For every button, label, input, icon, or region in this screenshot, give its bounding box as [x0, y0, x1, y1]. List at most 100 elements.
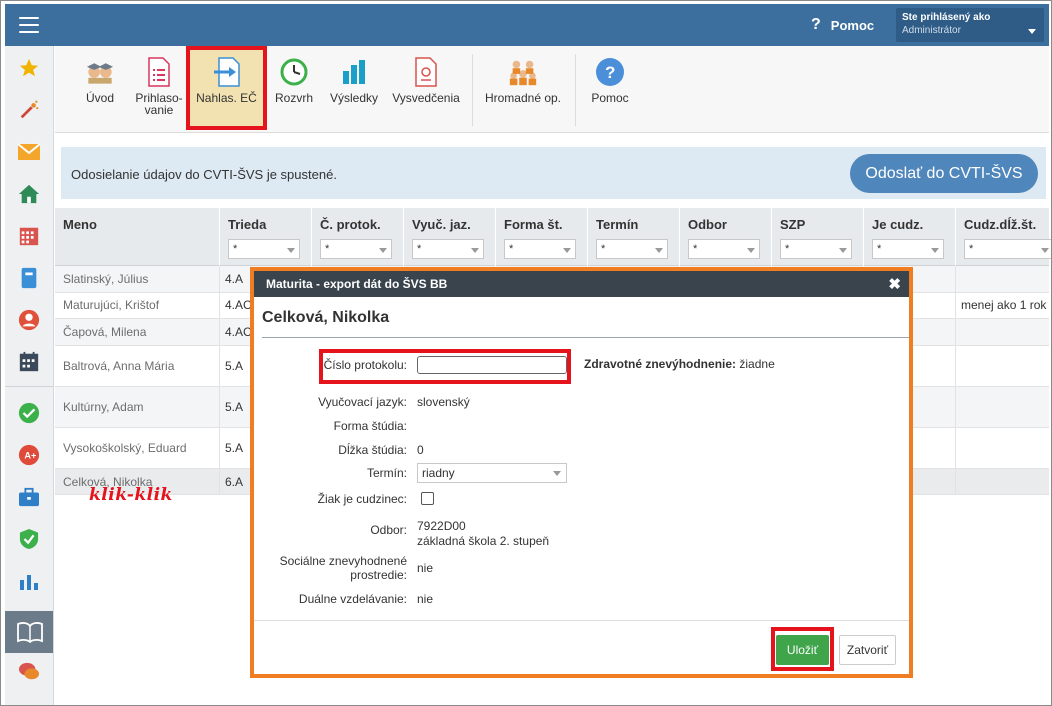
toolbar-nahlas-ec-button[interactable]: Nahlas. EČ	[186, 46, 267, 130]
column-cudz-dlz-st[interactable]: Cudz.dĺž.št. *	[955, 208, 1051, 266]
column-szp[interactable]: SZP *	[771, 208, 863, 266]
student-name: Maturujúci, Krištof	[63, 298, 160, 312]
save-button[interactable]: Uložiť	[776, 635, 829, 665]
filter-select[interactable]: *	[228, 239, 300, 259]
dialog-header: Maturita - export dát do ŠVS BB ✖	[254, 271, 909, 297]
send-to-cvti-button[interactable]: Odoslať do CVTI-ŠVS	[850, 154, 1038, 193]
social-label-line2: prostredie:	[350, 568, 407, 582]
toolbar-vysvedcenia-button[interactable]: Vysvedčenia	[389, 46, 463, 130]
filter-select[interactable]: *	[504, 239, 576, 259]
registration-form-icon	[143, 56, 175, 88]
student-name-title: Celková, Nikolka	[262, 309, 390, 326]
notebook-icon[interactable]	[17, 266, 41, 290]
close-button[interactable]: Zatvoriť	[839, 635, 896, 665]
student-name: Baltrová, Anna Mária	[63, 359, 175, 373]
home-icon[interactable]	[17, 182, 41, 206]
toolbar-uvod-label: Úvod	[85, 91, 114, 105]
filter-select[interactable]: *	[872, 239, 944, 259]
field-name: základná škola 2. stupeň	[417, 534, 550, 548]
open-book-icon	[17, 621, 43, 646]
student-class: 4.AC	[225, 325, 252, 339]
social-label-line1: Sociálne znevyhodnené	[279, 554, 407, 568]
info-banner: Odosielanie údajov do CVTI-ŠVS je spuste…	[61, 147, 1046, 199]
schedule-icon[interactable]	[17, 350, 41, 374]
toolbar-rozvrh-button[interactable]: Rozvrh	[269, 46, 319, 130]
column-meno[interactable]: Meno	[55, 208, 219, 266]
toolbar-pomoc-label: Pomoc	[591, 91, 629, 105]
filter-select[interactable]: *	[596, 239, 668, 259]
protocol-number-input[interactable]	[417, 356, 567, 374]
user-dropdown[interactable]: Ste prihlásený ako Administrátor	[896, 8, 1044, 42]
language-label: Vyučovací jazyk:	[318, 395, 407, 409]
foreigner-checkbox[interactable]	[421, 492, 434, 505]
user-role: Administrátor	[902, 25, 961, 36]
health-value: žiadne	[739, 357, 775, 371]
field-code: 7922D00	[417, 519, 466, 533]
filter-select[interactable]: *	[412, 239, 484, 259]
toolbar-uvod-button[interactable]: Úvod	[71, 46, 129, 130]
chat-icon[interactable]	[17, 660, 41, 684]
column-vyuc-jaz[interactable]: Vyuč. jaz. *	[403, 208, 495, 266]
info-text: Odosielanie údajov do CVTI-ŠVS je spuste…	[71, 167, 337, 182]
student-class: 4.AC	[225, 298, 252, 312]
toolbar-divider	[472, 54, 473, 126]
toolbar-hromadne-op-button[interactable]: Hromadné op.	[481, 46, 565, 130]
toolbar-prihlasovanie-button[interactable]: Prihlaso- vanie	[131, 46, 187, 130]
student-name: Kultúrny, Adam	[63, 400, 144, 414]
column-label: Č. protok.	[320, 217, 381, 232]
filter-select[interactable]: *	[964, 239, 1051, 259]
foreigner-label: Žiak je cudzinec:	[317, 492, 407, 506]
column-label: Cudz.dĺž.št.	[964, 217, 1037, 232]
toolbar-nahlas-ec-label: Nahlas. EČ	[196, 91, 257, 105]
health-disadvantage: Zdravotné znevýhodnenie: žiadne	[584, 357, 775, 371]
toolbar-vysvedcenia-label: Vysvedčenia	[392, 91, 460, 105]
grade-icon[interactable]: A+	[17, 443, 41, 467]
calendar-grid-icon[interactable]	[17, 224, 41, 248]
help-label: Pomoc	[830, 17, 875, 33]
star-icon[interactable]	[17, 56, 41, 80]
click-annotation: klik-klik	[89, 485, 173, 505]
column-label: Je cudz.	[872, 217, 924, 232]
user-icon[interactable]	[17, 308, 41, 332]
toolbar-prihlasovanie-label: Prihlaso- vanie	[135, 91, 183, 117]
column-c-protok[interactable]: Č. protok. *	[311, 208, 403, 266]
hamburger-menu-icon[interactable]	[19, 17, 39, 33]
column-label: Vyuč. jaz.	[412, 217, 471, 232]
toolbar-hromadne-op-label: Hromadné op.	[484, 91, 562, 105]
student-class: 4.A	[225, 272, 244, 286]
column-odbor[interactable]: Odbor *	[679, 208, 771, 266]
student-name: Slatinský, Július	[63, 272, 149, 286]
toolbar-vysledky-button[interactable]: Výsledky	[323, 46, 385, 130]
column-termin[interactable]: Termín *	[587, 208, 679, 266]
bar-chart-icon[interactable]	[17, 569, 41, 593]
column-label: Forma št.	[504, 217, 563, 232]
toolbar-pomoc-button[interactable]: ? Pomoc	[585, 46, 635, 130]
shield-icon[interactable]	[17, 527, 41, 551]
filter-select[interactable]: *	[320, 239, 392, 259]
column-forma-st[interactable]: Forma št. *	[495, 208, 587, 266]
column-je-cudz[interactable]: Je cudz. *	[863, 208, 955, 266]
study-length-value: 0	[417, 443, 424, 457]
briefcase-icon[interactable]	[17, 485, 41, 509]
filter-select[interactable]: *	[780, 239, 852, 259]
column-label: Termín	[596, 217, 639, 232]
term-select[interactable]: riadny	[417, 463, 567, 483]
help-link[interactable]: ? Pomoc	[811, 16, 874, 34]
check-circle-icon[interactable]	[17, 401, 41, 425]
dialog-title: Maturita - export dát do ŠVS BB	[266, 277, 448, 291]
chevron-down-icon	[1028, 29, 1036, 34]
student-class: 6.A	[225, 475, 244, 489]
column-trieda[interactable]: Trieda *	[219, 208, 311, 266]
rail-active-section[interactable]	[5, 611, 53, 653]
column-label: Trieda	[228, 217, 267, 232]
study-length-label: Dĺžka štúdia:	[338, 443, 407, 457]
toolbar-rozvrh-label: Rozvrh	[274, 91, 313, 105]
filter-select[interactable]: *	[688, 239, 760, 259]
envelope-icon[interactable]	[17, 140, 41, 164]
app-window: ? Pomoc Ste prihlásený ako Administrátor	[0, 0, 1052, 706]
question-icon: ?	[811, 16, 821, 33]
close-icon[interactable]: ✖	[888, 275, 901, 293]
magic-wand-icon[interactable]	[17, 98, 41, 122]
user-line1: Ste prihlásený ako	[902, 12, 991, 23]
column-label: Meno	[63, 217, 97, 232]
